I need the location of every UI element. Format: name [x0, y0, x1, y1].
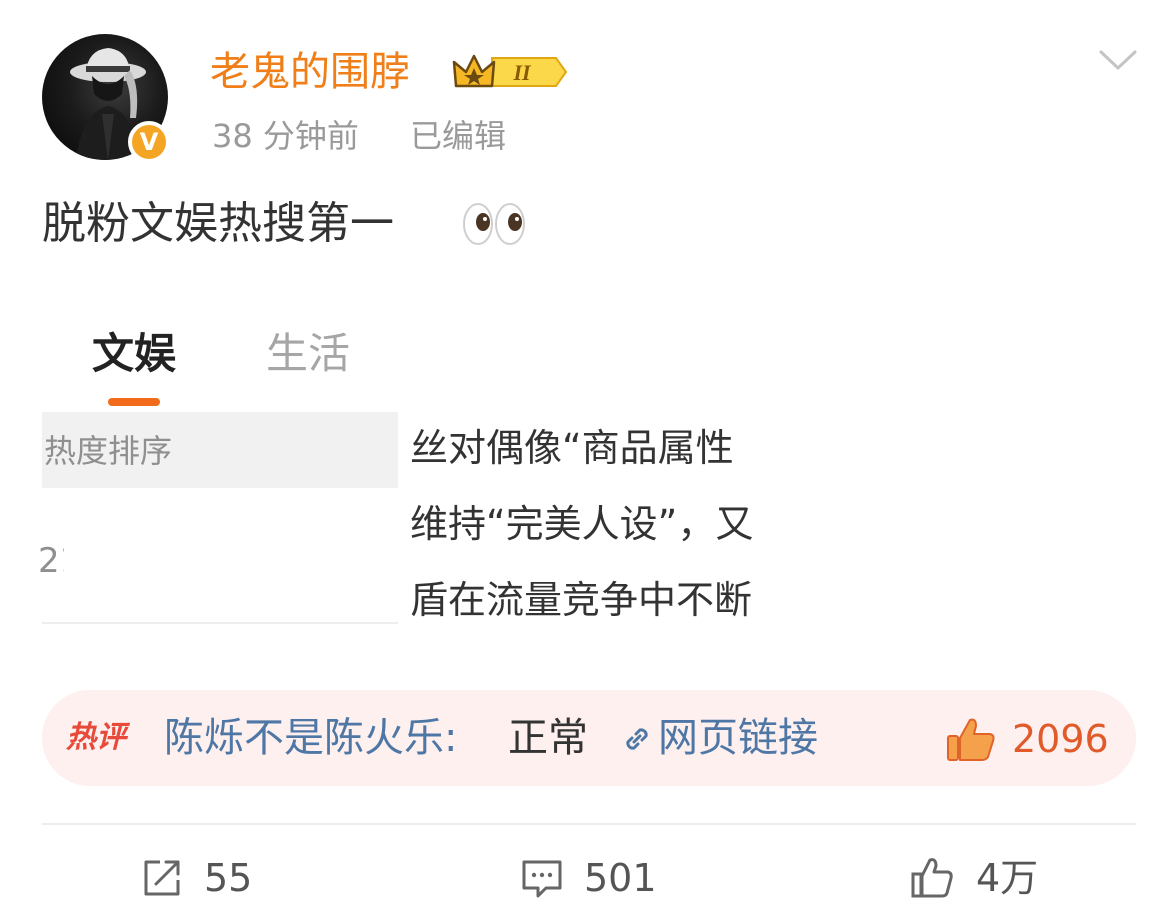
tab-life: 生活	[266, 329, 351, 378]
author-name[interactable]: 老鬼的围脖	[210, 44, 410, 100]
like-icon[interactable]	[910, 856, 954, 900]
comment-icon[interactable]	[520, 856, 564, 900]
vip-level-label: II	[512, 60, 532, 85]
action-bar-divider	[42, 823, 1136, 825]
tab-active-underline	[108, 398, 160, 406]
edited-label[interactable]: 已编辑	[410, 112, 506, 160]
snippet-line: 丝对偶像“商品属性	[410, 426, 734, 470]
post-text: 脱粉文娱热搜第一	[42, 198, 394, 249]
hot-comment-like-count: 2096	[1012, 717, 1109, 761]
eyes-emoji-icon	[462, 202, 526, 246]
hot-comment-separator: :	[444, 715, 458, 761]
hot-comment-text: 正常	[508, 715, 588, 761]
hot-comment-author[interactable]: 陈烁不是陈火乐:	[164, 710, 457, 766]
thumbs-up-icon[interactable]	[946, 716, 996, 762]
chevron-down-icon[interactable]	[1098, 48, 1138, 74]
vip-crown-badge[interactable]: II	[452, 50, 568, 94]
like-count[interactable]: 4万	[976, 852, 1038, 904]
verified-badge: V	[128, 121, 170, 163]
link-icon[interactable]	[620, 722, 654, 756]
snippet-line: 维持“完美人设”，又	[410, 502, 754, 546]
repost-count[interactable]: 55	[204, 852, 252, 904]
hot-comment-tag: 热评	[66, 720, 126, 755]
list-divider	[42, 622, 398, 624]
web-link[interactable]: 网页链接	[658, 710, 818, 766]
rank-number: 21	[38, 541, 64, 581]
snippet-line: 盾在流量竞争中不断	[410, 578, 753, 622]
comment-count[interactable]: 501	[584, 852, 657, 904]
repost-icon[interactable]	[140, 856, 184, 900]
tab-entertainment: 文娱	[92, 329, 177, 378]
article-snippet: 丝对偶像“商品属性 维持“完美人设”，又 盾在流量竞争中不断	[410, 420, 768, 630]
hot-comment-author-name[interactable]: 陈烁不是陈火乐	[164, 715, 444, 761]
sort-label: 热度排序	[44, 432, 173, 470]
post-time: 38 分钟前	[212, 117, 359, 155]
